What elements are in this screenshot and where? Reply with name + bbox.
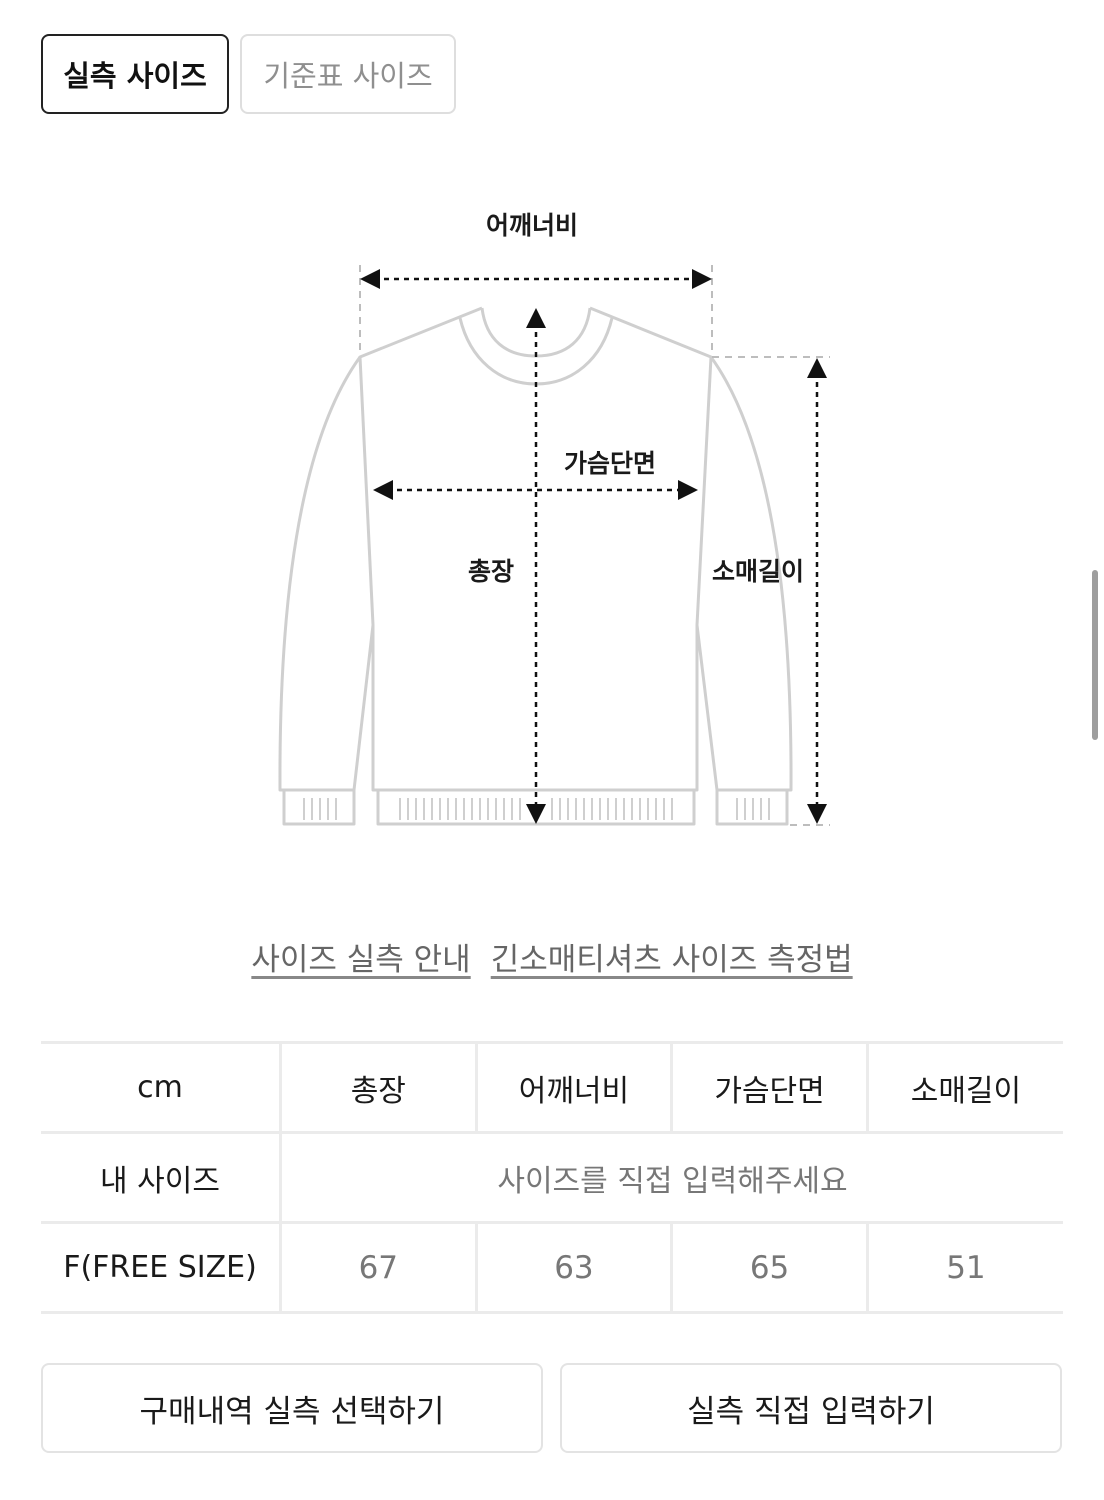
- size-measurement-guide-link[interactable]: 사이즈 실측 안내: [251, 934, 470, 979]
- size-actions: 구매내역 실측 선택하기 실측 직접 입력하기: [41, 1363, 1062, 1453]
- my-size-row: 내 사이즈 사이즈를 직접 입력해주세요: [41, 1131, 1063, 1224]
- long-sleeve-measure-method-link[interactable]: 긴소매티셔츠 사이즈 측정법: [491, 934, 853, 979]
- size-guide-links: 사이즈 실측 안내 긴소매티셔츠 사이즈 측정법: [0, 934, 1104, 979]
- table-cell: 51: [865, 1221, 1063, 1314]
- table-cell: 65: [670, 1221, 868, 1314]
- my-size-input-prompt[interactable]: 사이즈를 직접 입력해주세요: [279, 1131, 1063, 1224]
- guide-lines: [359, 265, 830, 826]
- table-row: F(FREE SIZE) 67 63 65 51: [41, 1221, 1063, 1314]
- column-header: 가슴단면: [670, 1041, 868, 1134]
- my-size-label: 내 사이즈: [41, 1131, 281, 1224]
- sweatshirt-measurement-diagram: 어깨너비 가슴단면 총장 소매길이: [278, 211, 830, 826]
- table-header-row: cm 총장 어깨너비 가슴단면 소매길이: [41, 1041, 1063, 1134]
- size-name: F(FREE SIZE): [41, 1221, 281, 1314]
- enter-measurements-button[interactable]: 실측 직접 입력하기: [560, 1363, 1062, 1453]
- select-from-purchases-button[interactable]: 구매내역 실측 선택하기: [41, 1363, 543, 1453]
- column-header: 어깨너비: [474, 1041, 672, 1134]
- table-cell: 63: [474, 1221, 672, 1314]
- scrollbar[interactable]: [1092, 570, 1098, 740]
- column-header: 소매길이: [865, 1041, 1063, 1134]
- column-header: 총장: [279, 1041, 477, 1134]
- table-cell: 67: [279, 1221, 477, 1314]
- label-chest-width: 가슴단면: [564, 449, 656, 478]
- label-shoulder-width: 어깨너비: [486, 211, 578, 240]
- size-table: cm 총장 어깨너비 가슴단면 소매길이 내 사이즈 사이즈를 직접 입력해주세…: [41, 1041, 1063, 1314]
- label-sleeve-length: 소매길이: [712, 557, 804, 586]
- label-total-length: 총장: [468, 557, 514, 586]
- unit-header: cm: [41, 1041, 281, 1134]
